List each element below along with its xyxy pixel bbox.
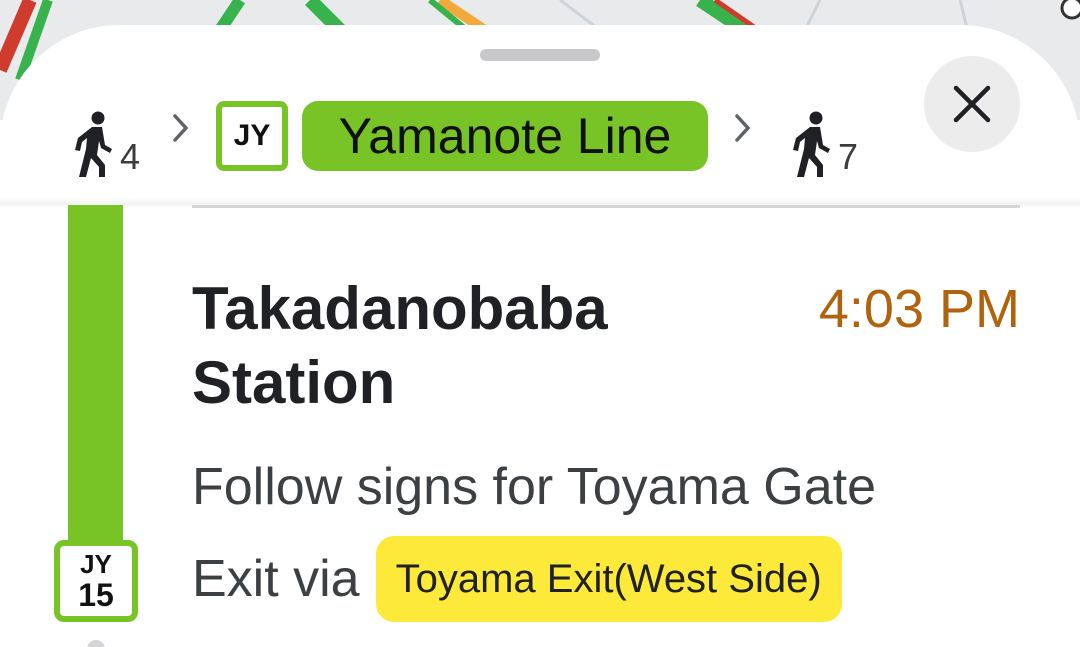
walk-segment-end[interactable]: 7 — [790, 97, 858, 177]
walking-person-icon — [75, 111, 112, 177]
station-badge-code: JY — [80, 549, 112, 579]
chevron-right-icon — [735, 114, 751, 142]
line-name-pill[interactable]: Yamanote Line — [302, 101, 708, 171]
walk-end-minutes: 7 — [838, 136, 859, 177]
arrival-time: 4:03 PM — [818, 279, 1020, 339]
chevron-right-icon — [173, 114, 189, 142]
walking-person-icon — [793, 111, 830, 177]
route-summary-row: 4 JY Yamanote Line 7 — [0, 75, 1080, 183]
divider — [192, 205, 1020, 208]
sheet-drag-handle[interactable] — [480, 49, 600, 61]
walking-instruction: Follow signs for Toyama Gate — [192, 458, 876, 516]
close-icon — [953, 85, 991, 123]
station-name[interactable]: Takadanobaba Station — [192, 272, 752, 420]
station-badge-number: 15 — [78, 577, 114, 613]
transit-line-bar — [68, 205, 123, 555]
exit-name-badge: Toyama Exit(West Side) — [375, 536, 842, 622]
close-button[interactable] — [924, 56, 1020, 152]
header-shadow — [0, 178, 1080, 208]
station-number-badge: JY 15 — [54, 540, 138, 622]
walk-start-minutes: 4 — [120, 136, 141, 177]
line-code-badge[interactable]: JY — [216, 101, 288, 171]
walk-segment-start[interactable]: 4 — [72, 97, 140, 177]
exit-prefix-label: Exit via — [192, 550, 360, 608]
exit-instruction-row: Exit via Toyama Exit(West Side) — [192, 535, 842, 623]
